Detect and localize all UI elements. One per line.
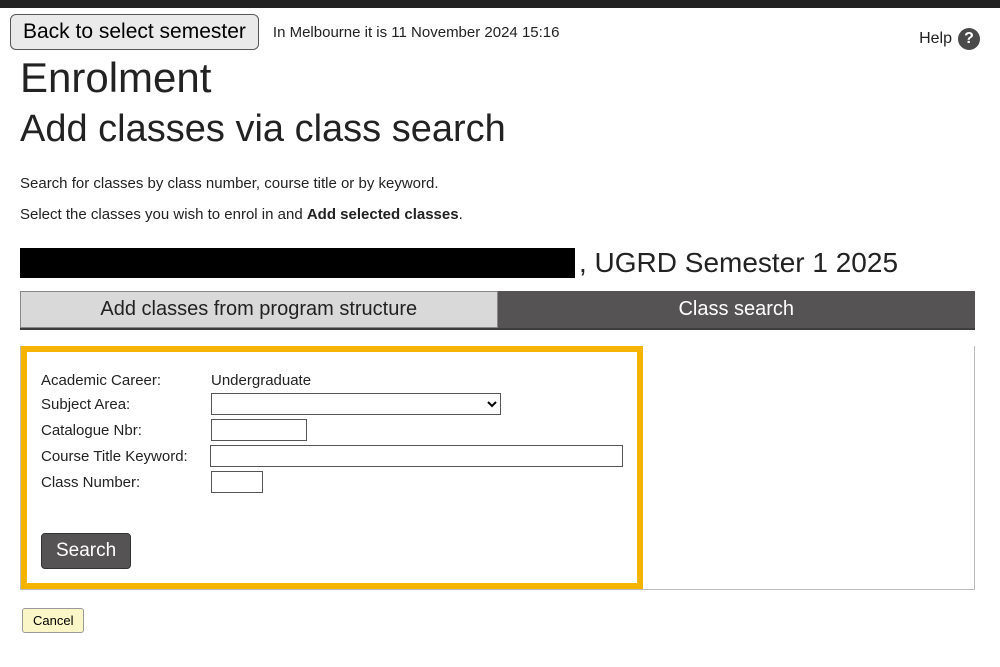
- help-label: Help: [919, 30, 952, 48]
- cancel-button[interactable]: Cancel: [22, 608, 84, 633]
- subject-area-label: Subject Area:: [41, 396, 211, 413]
- subject-area-select[interactable]: [211, 393, 501, 415]
- intro-line-2-bold: Add selected classes: [307, 206, 459, 223]
- intro-line-2-post: .: [459, 206, 463, 223]
- help-icon: ?: [958, 28, 980, 50]
- class-number-label: Class Number:: [41, 474, 211, 491]
- search-panel: Academic Career: Undergraduate Subject A…: [20, 346, 975, 590]
- academic-career-value: Undergraduate: [211, 372, 311, 389]
- tabs: Add classes from program structure Class…: [20, 291, 975, 330]
- header-row: Back to select semester In Melbourne it …: [0, 8, 1000, 50]
- intro-line-2-pre: Select the classes you wish to enrol in …: [20, 206, 307, 223]
- tab-class-search[interactable]: Class search: [498, 291, 976, 328]
- top-bar: [0, 0, 1000, 8]
- class-number-input[interactable]: [211, 471, 263, 493]
- row-course-title: Course Title Keyword:: [41, 445, 623, 467]
- course-title-input[interactable]: [210, 445, 623, 467]
- page-title: Enrolment: [20, 54, 980, 102]
- catalogue-nbr-input[interactable]: [211, 419, 307, 441]
- context-row: , UGRD Semester 1 2025: [20, 247, 980, 279]
- search-form-highlight: Academic Career: Undergraduate Subject A…: [21, 346, 643, 589]
- help-link[interactable]: Help ?: [919, 14, 988, 50]
- row-class-number: Class Number:: [41, 471, 623, 493]
- tab-program-structure[interactable]: Add classes from program structure: [20, 291, 498, 328]
- row-academic-career: Academic Career: Undergraduate: [41, 372, 623, 389]
- row-subject-area: Subject Area:: [41, 393, 623, 415]
- context-suffix: , UGRD Semester 1 2025: [579, 247, 898, 279]
- search-button[interactable]: Search: [41, 533, 131, 569]
- timestamp-text: In Melbourne it is 11 November 2024 15:1…: [273, 24, 560, 41]
- row-catalogue-nbr: Catalogue Nbr:: [41, 419, 623, 441]
- page-content: Enrolment Add classes via class search S…: [0, 54, 1000, 653]
- intro-line-1: Search for classes by class number, cour…: [20, 175, 980, 192]
- page-subtitle: Add classes via class search: [20, 108, 980, 151]
- back-to-select-semester-button[interactable]: Back to select semester: [10, 14, 259, 49]
- intro-line-2: Select the classes you wish to enrol in …: [20, 206, 980, 223]
- catalogue-nbr-label: Catalogue Nbr:: [41, 422, 211, 439]
- academic-career-label: Academic Career:: [41, 372, 211, 389]
- redacted-block: [20, 248, 575, 278]
- course-title-label: Course Title Keyword:: [41, 448, 210, 465]
